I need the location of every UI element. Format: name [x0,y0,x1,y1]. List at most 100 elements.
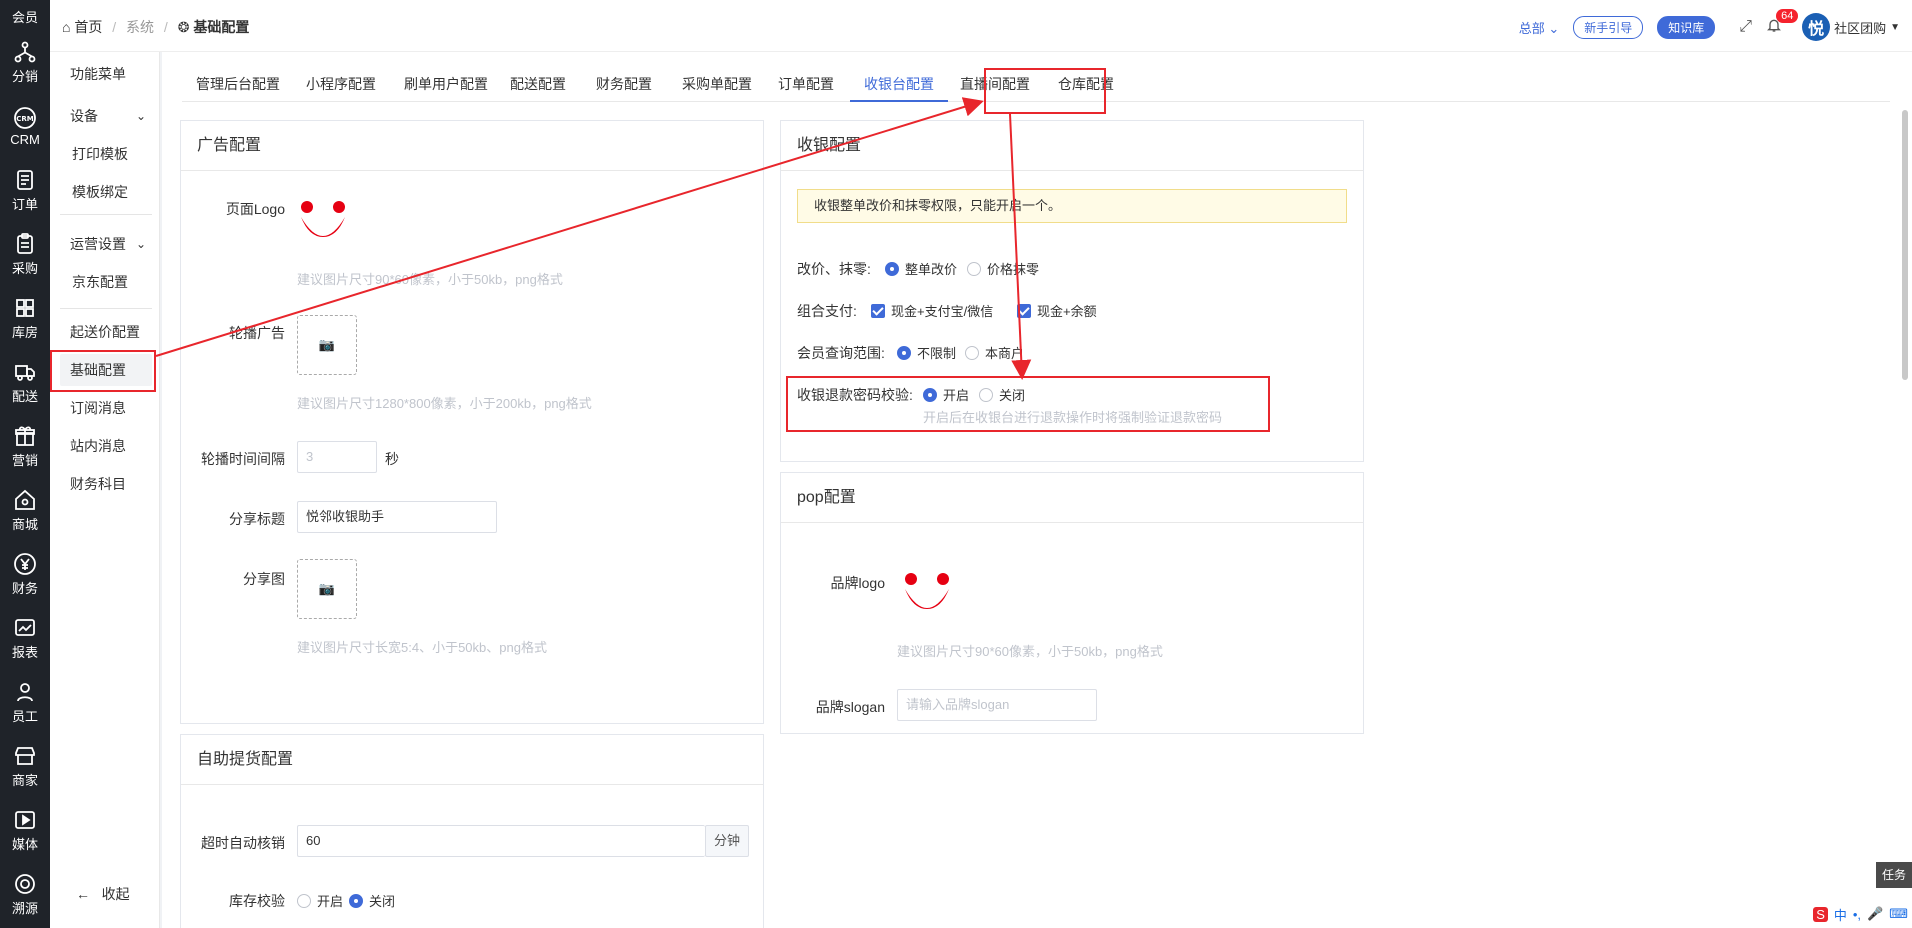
ime-language[interactable]: 中 [1834,905,1847,924]
tab-delivery-config[interactable]: 配送配置 [510,66,566,102]
network-icon [14,41,36,62]
sidenav-subscription-message[interactable]: 订阅消息 [50,392,160,424]
share-image-label: 分享图 [243,571,285,587]
nav-report[interactable]: 报表 [0,606,50,670]
task-button[interactable]: 任务 [1876,862,1912,888]
nav-crm[interactable]: CRM CRM [0,94,50,158]
fullscreen-icon[interactable]: ⤢ [1739,18,1752,36]
nav-order[interactable]: 订单 [0,158,50,222]
nav-marketing[interactable]: 营销 [0,414,50,478]
interval-input[interactable]: 3 [297,441,377,473]
system-tray: S 中 •, 🎤 ⌨ [1813,902,1908,926]
guide-button[interactable]: 新手引导 [1573,15,1644,39]
sidenav-site-message[interactable]: 站内消息 [50,430,160,462]
brand-logo-hint: 建议图片尺寸90*60像素，小于50kb，png格式 [897,644,1163,659]
nav-mall[interactable]: 商城 [0,478,50,542]
ime-icon[interactable]: S [1813,906,1828,922]
sidenav-basic-config[interactable]: 基础配置 [60,354,152,386]
sidenav-device[interactable]: 设备 ⌄ [50,100,160,132]
chevron-down-icon: ⌄ [135,237,146,251]
microphone-icon: 🎤 [1867,906,1884,921]
no-limit-radio[interactable]: 不限制 [897,343,956,362]
nav-merchant[interactable]: 商家 [0,734,50,798]
cash-balance-checkbox[interactable]: 现金+余额 [1017,301,1097,320]
brand-logo-label: 品牌logo [830,575,885,591]
collapse-button[interactable]: ← 收起 [76,884,130,904]
refund-password-label: 收银退款密码校验: [797,387,913,403]
timeout-unit: 分钟 [705,825,749,857]
sidenav-jd-config[interactable]: 京东配置 [50,266,160,298]
breadcrumb-system[interactable]: 系统 [126,19,154,35]
refund-check-off-radio[interactable]: 关闭 [979,385,1025,404]
timeout-input[interactable]: 60 [297,825,705,857]
tab-cashier-config[interactable]: 收银台配置 [850,66,948,102]
share-image-upload[interactable]: 📷 [297,559,357,619]
caret-down-icon: ▼ [1890,21,1900,33]
pop-config-panel: pop配置 品牌logo 建议图片尺寸90*60像素，小于50kb，png格式 … [780,472,1364,734]
nav-warehouse[interactable]: 库房 [0,286,50,350]
nav-trace[interactable]: 溯源 [0,862,50,926]
logo-label: 页面Logo [225,201,285,217]
breadcrumb-home[interactable]: 首页 [74,19,102,35]
brand-logo-image[interactable] [897,565,957,625]
interval-label: 轮播时间间隔 [201,451,285,467]
carousel-upload[interactable]: 📷 [297,315,357,375]
breadcrumb-separator: / [163,19,168,35]
gift-icon [15,425,35,446]
self-pickup-panel: 自助提货配置 超时自动核销 60 分钟 库存校验 开启 关闭 [180,734,764,928]
nav-delivery[interactable]: 配送 [0,350,50,414]
tab-miniprogram-config[interactable]: 小程序配置 [306,66,376,102]
timeout-label: 超时自动核销 [201,835,285,851]
carousel-hint: 建议图片尺寸1280*800像素，小于200kb，png格式 [297,396,592,411]
nav-staff[interactable]: 员工 [0,670,50,734]
combo-pay-label: 组合支付: [797,303,857,319]
tab-admin-config[interactable]: 管理后台配置 [196,66,280,102]
logo-image[interactable] [293,193,353,253]
slogan-input[interactable]: 请输入品牌slogan [897,689,1097,721]
knowledge-base-button[interactable]: 知识库 [1657,15,1716,39]
sidenav-finance-subject[interactable]: 财务科目 [50,468,160,500]
chart-icon [15,618,35,636]
shop-icon [15,746,35,765]
share-title-input[interactable]: 悦邻收银助手 [297,501,497,533]
price-rounding-radio[interactable]: 价格抹零 [967,259,1039,278]
sidenav-template-binding[interactable]: 模板绑定 [50,176,160,208]
stock-check-on-radio[interactable]: 开启 [297,891,343,910]
user-menu[interactable]: 悦 社区团购 ▼ [1802,13,1900,41]
truck-icon [15,364,35,381]
scrollbar[interactable] [1902,110,1908,380]
keyboard-icon: ⌨ [1889,906,1908,921]
chevron-down-icon: ⌄ [135,109,146,123]
tab-live-config[interactable]: 直播间配置 [960,66,1030,102]
nav-media[interactable]: 媒体 [0,798,50,862]
nav-distribution[interactable]: 分销 [0,30,50,94]
svg-text:CRM: CRM [16,115,34,123]
cash-alipay-wechat-checkbox[interactable]: 现金+支付宝/微信 [871,301,993,320]
nav-purchase[interactable]: 采购 [0,222,50,286]
nav-finance[interactable]: 财务 [0,542,50,606]
stock-check-off-radio[interactable]: 关闭 [349,891,395,910]
refund-hint: 开启后在收银台进行退款操作时将强制验证退款密码 [923,410,1223,425]
tab-fake-user-config[interactable]: 刷单用户配置 [404,66,488,102]
sidenav-min-order-config[interactable]: 起送价配置 [50,316,160,348]
sidenav-print-template[interactable]: 打印模板 [50,138,160,170]
panel-title: 自助提货配置 [181,735,763,785]
bell-button[interactable]: 64 [1766,8,1799,38]
tab-purchase-config[interactable]: 采购单配置 [682,66,752,102]
nav-member[interactable]: 会员 [0,0,50,30]
share-title-label: 分享标题 [229,511,285,527]
arrow-left-icon: ← [76,886,90,902]
store-selector[interactable]: 总部 ⌄ [1519,18,1560,37]
tab-warehouse-config[interactable]: 仓库配置 [1058,66,1114,102]
gear-icon: ❂ [177,19,190,35]
this-merchant-radio[interactable]: 本商户 [965,343,1024,362]
whole-order-price-radio[interactable]: 整单改价 [885,259,957,278]
checkbox-checked-icon [871,304,885,318]
smile-logo-icon [905,573,949,609]
panel-title: pop配置 [781,473,1363,523]
tab-finance-config[interactable]: 财务配置 [596,66,652,102]
refund-check-on-radio[interactable]: 开启 [923,385,969,404]
tab-order-config[interactable]: 订单配置 [778,66,834,102]
sidenav-operation-settings[interactable]: 运营设置 ⌄ [50,228,160,260]
sidenav-function-menu[interactable]: 功能菜单 [50,58,160,90]
